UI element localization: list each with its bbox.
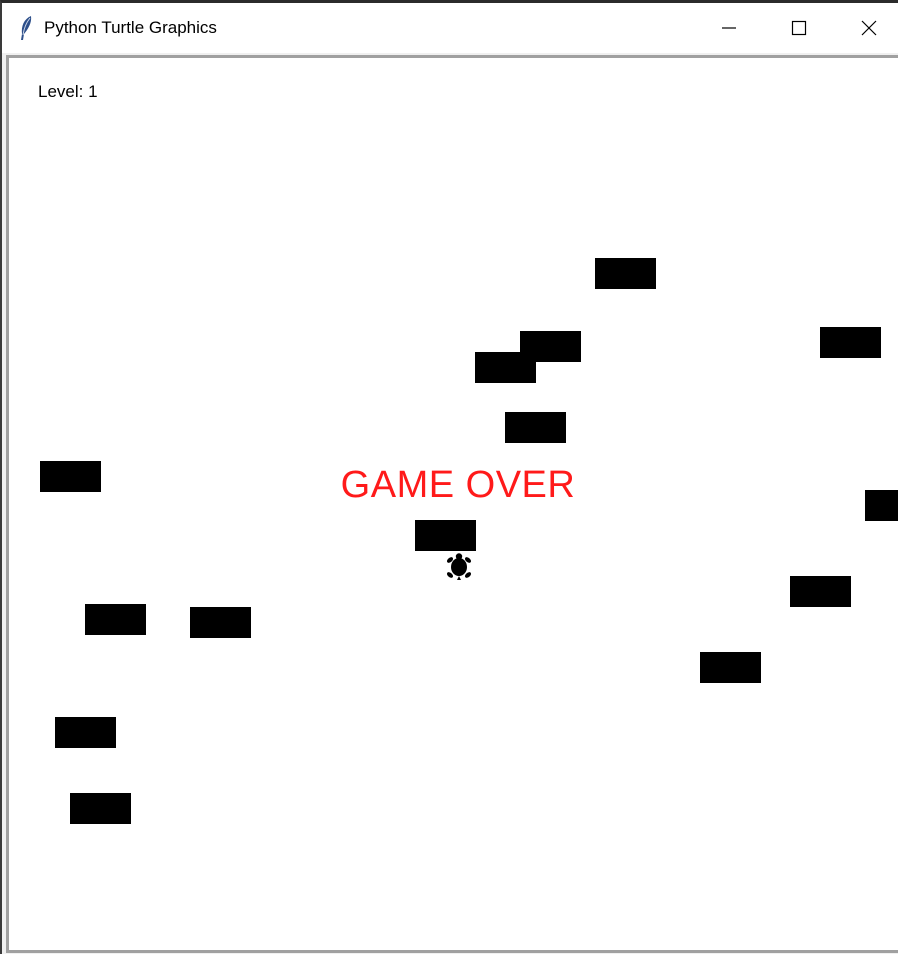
obstacle-block xyxy=(820,327,881,358)
app-window: Python Turtle Graphics Level: 1 GAME OVE… xyxy=(0,0,898,954)
obstacle-block xyxy=(475,352,536,383)
window-title: Python Turtle Graphics xyxy=(44,18,217,37)
minimize-button[interactable] xyxy=(694,3,764,53)
minimize-icon xyxy=(722,27,736,29)
game-over-text: GAME OVER xyxy=(340,464,576,506)
obstacle-block xyxy=(505,412,566,443)
close-icon xyxy=(861,20,877,36)
game-canvas[interactable]: Level: 1 GAME OVER xyxy=(12,61,898,949)
close-button[interactable] xyxy=(834,3,898,53)
maximize-icon xyxy=(791,20,807,36)
level-label: Level: 1 xyxy=(38,82,98,101)
turtle-icon xyxy=(446,553,472,580)
obstacle-block xyxy=(415,520,476,551)
obstacle-block xyxy=(85,604,146,635)
obstacle-block xyxy=(70,793,131,824)
maximize-button[interactable] xyxy=(764,3,834,53)
obstacle-block xyxy=(700,652,761,683)
obstacle-block xyxy=(190,607,251,638)
feather-icon xyxy=(21,16,32,40)
obstacle-block xyxy=(595,258,656,289)
obstacle-block xyxy=(55,717,116,748)
obstacle-block xyxy=(790,576,851,607)
title-bar[interactable]: Python Turtle Graphics xyxy=(2,3,898,53)
